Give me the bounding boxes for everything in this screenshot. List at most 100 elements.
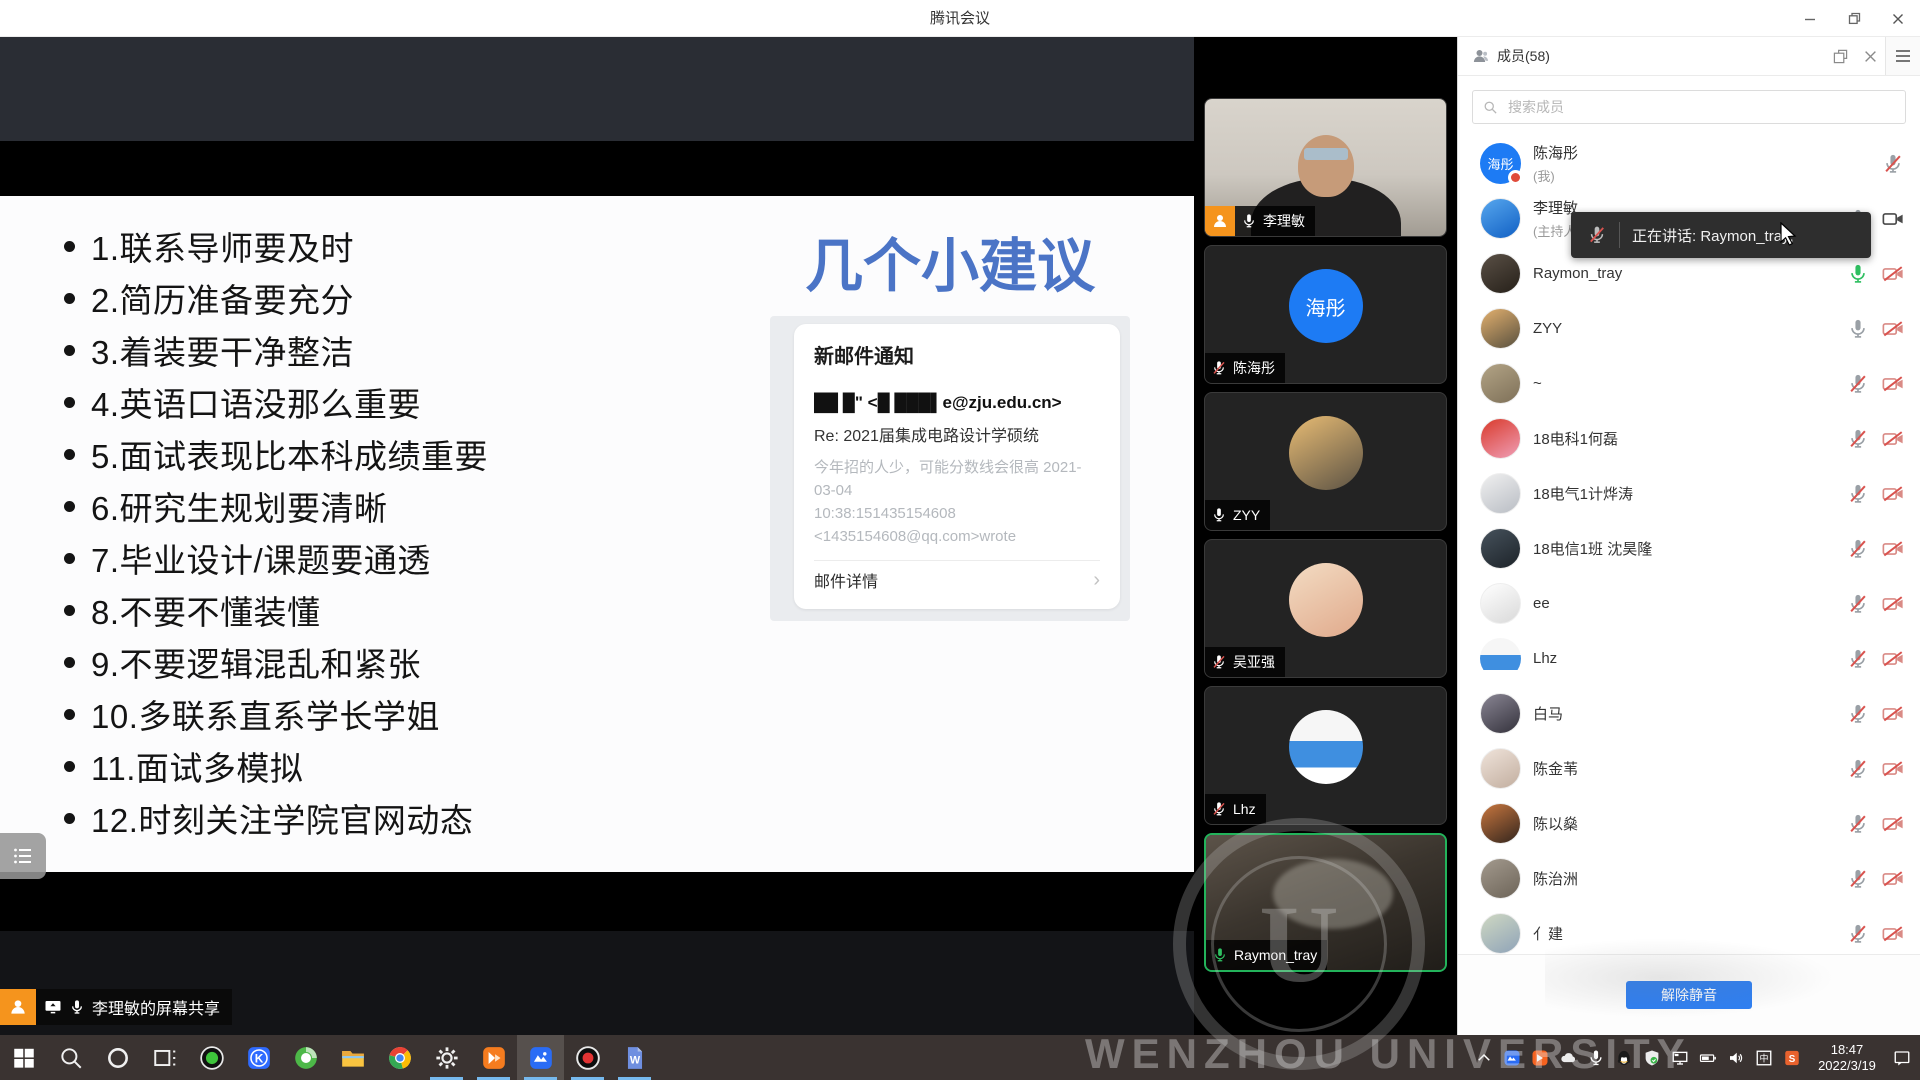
camera-status-icon[interactable]: [1882, 538, 1904, 560]
taskbar-tray: 中S 18:47 2022/3/19: [1470, 1035, 1920, 1080]
mic-status-icon[interactable]: [1847, 868, 1869, 890]
share-bottom-region: 李理敏的屏幕共享: [0, 931, 1194, 1035]
close-button[interactable]: [1876, 0, 1920, 37]
member-row[interactable]: 18电气1计烨涛: [1458, 466, 1920, 521]
member-row[interactable]: 陈金苇: [1458, 741, 1920, 796]
taskbar-wps-k[interactable]: K: [235, 1035, 282, 1080]
camera-status-icon[interactable]: [1882, 593, 1904, 615]
tray-chevron-up-icon[interactable]: [1470, 1035, 1498, 1080]
camera-status-icon[interactable]: [1882, 868, 1904, 890]
tile-label-row: ZYY: [1205, 500, 1270, 530]
member-row[interactable]: 18电科1何磊: [1458, 411, 1920, 466]
member-row[interactable]: 白马: [1458, 686, 1920, 741]
mic-status-icon[interactable]: [1847, 373, 1869, 395]
tray-microphone-icon[interactable]: [1582, 1035, 1610, 1080]
mic-status-icon[interactable]: [1847, 758, 1869, 780]
taskbar-search[interactable]: [47, 1035, 94, 1080]
member-search-input[interactable]: [1506, 98, 1895, 116]
tray-onedrive-cloud-icon[interactable]: [1554, 1035, 1582, 1080]
search-icon: [1483, 100, 1498, 115]
camera-status-icon[interactable]: [1882, 208, 1904, 230]
close-icon: [1864, 50, 1877, 63]
taskbar-settings-gear[interactable]: [423, 1035, 470, 1080]
mic-status-icon[interactable]: [1847, 703, 1869, 725]
taskbar-clock[interactable]: 18:47 2022/3/19: [1806, 1042, 1888, 1074]
camera-status-icon[interactable]: [1882, 703, 1904, 725]
minimize-button[interactable]: [1788, 0, 1832, 37]
camera-status-icon[interactable]: [1882, 318, 1904, 340]
mic-status-icon[interactable]: [1847, 428, 1869, 450]
taskbar-browser-360[interactable]: [282, 1035, 329, 1080]
taskbar-tencent-meeting[interactable]: [517, 1035, 564, 1080]
mic-status-icon[interactable]: [1847, 318, 1869, 340]
camera-status-icon[interactable]: [1882, 923, 1904, 945]
mic-status-icon[interactable]: [1847, 263, 1869, 285]
member-row[interactable]: 海彤 陈海彤 (我): [1458, 136, 1920, 191]
tray-monitor-icon[interactable]: [1666, 1035, 1694, 1080]
camera-status-icon[interactable]: [1882, 483, 1904, 505]
members-panel: 成员(58) 海彤: [1457, 37, 1920, 1035]
camera-status-icon[interactable]: [1882, 648, 1904, 670]
tray-speaker-icon[interactable]: [1722, 1035, 1750, 1080]
member-status-icons: [1847, 466, 1904, 521]
video-tile-吴亚强[interactable]: 吴亚强: [1204, 539, 1447, 678]
tray-defender-shield-icon[interactable]: [1638, 1035, 1666, 1080]
mic-status-icon[interactable]: [1882, 153, 1904, 175]
member-row[interactable]: ~: [1458, 356, 1920, 411]
members-panel-header-icons: [1825, 37, 1920, 75]
taskbar-cortana[interactable]: [94, 1035, 141, 1080]
unmute-button[interactable]: 解除静音: [1626, 981, 1752, 1009]
video-tile-ZYY[interactable]: ZYY: [1204, 392, 1447, 531]
member-search-box[interactable]: [1472, 90, 1906, 124]
screen-share-label: 李理敏的屏幕共享: [92, 995, 220, 1019]
mic-status-icon[interactable]: [1847, 813, 1869, 835]
mic-status-icon[interactable]: [1847, 648, 1869, 670]
video-tile-Lhz[interactable]: Lhz: [1204, 686, 1447, 825]
tray-input-method-icon[interactable]: 中: [1750, 1035, 1778, 1080]
action-center-button[interactable]: [1888, 1035, 1916, 1080]
taskbar-file-explorer[interactable]: [329, 1035, 376, 1080]
tray-screen-rec-mini-icon[interactable]: [1526, 1035, 1554, 1080]
member-row[interactable]: ZYY: [1458, 301, 1920, 356]
member-row[interactable]: 陈治洲: [1458, 851, 1920, 906]
member-row[interactable]: 亻建: [1458, 906, 1920, 954]
close-panel-button[interactable]: [1855, 37, 1885, 75]
members-panel-header: 成员(58): [1458, 37, 1920, 76]
camera-status-icon[interactable]: [1882, 758, 1904, 780]
tray-qq-icon[interactable]: [1610, 1035, 1638, 1080]
taskbar-task-view[interactable]: [141, 1035, 188, 1080]
member-name: 18电信1班 沈昊隆: [1533, 538, 1652, 559]
taskbar-wps-writer[interactable]: W: [611, 1035, 658, 1080]
mic-status-icon[interactable]: [1847, 538, 1869, 560]
taskbar-app-360-safe[interactable]: [188, 1035, 235, 1080]
tray-html-s-icon[interactable]: S: [1778, 1035, 1806, 1080]
restore-button[interactable]: [1832, 0, 1876, 37]
mic-status-icon[interactable]: [1847, 923, 1869, 945]
video-tile-李理敏[interactable]: 李理敏: [1204, 98, 1447, 237]
member-row[interactable]: 陈以燊: [1458, 796, 1920, 851]
taskbar-screen-recorder[interactable]: [564, 1035, 611, 1080]
mic-status-icon[interactable]: [1847, 593, 1869, 615]
camera-status-icon[interactable]: [1882, 428, 1904, 450]
member-avatar: [1480, 418, 1521, 459]
tray-tencent-meeting-mini-icon[interactable]: [1498, 1035, 1526, 1080]
presentation-slide: 1.联系导师要及时2.简历准备要充分3.着装要干净整洁4.英语口语没那么重要5.…: [0, 196, 1194, 872]
popout-panel-button[interactable]: [1825, 37, 1855, 75]
slideshow-menu-button[interactable]: [0, 833, 46, 879]
mic-status-icon[interactable]: [1847, 483, 1869, 505]
panel-menu-button[interactable]: [1885, 37, 1920, 75]
taskbar-caj-viewer[interactable]: [470, 1035, 517, 1080]
bullet-text: 12.时刻关注学院官网动态: [91, 794, 473, 842]
member-row[interactable]: ee: [1458, 576, 1920, 631]
taskbar-windows-start[interactable]: [0, 1035, 47, 1080]
tray-battery-icon[interactable]: [1694, 1035, 1722, 1080]
taskbar-chrome[interactable]: [376, 1035, 423, 1080]
member-row[interactable]: Lhz: [1458, 631, 1920, 686]
video-tile-陈海彤[interactable]: 海彤 陈海彤: [1204, 245, 1447, 384]
member-row[interactable]: 18电信1班 沈昊隆: [1458, 521, 1920, 576]
video-tile-Raymon_tray[interactable]: Raymon_tray: [1204, 833, 1447, 972]
camera-status-icon[interactable]: [1882, 373, 1904, 395]
member-avatar: [1480, 583, 1521, 624]
camera-status-icon[interactable]: [1882, 813, 1904, 835]
camera-status-icon[interactable]: [1882, 263, 1904, 285]
